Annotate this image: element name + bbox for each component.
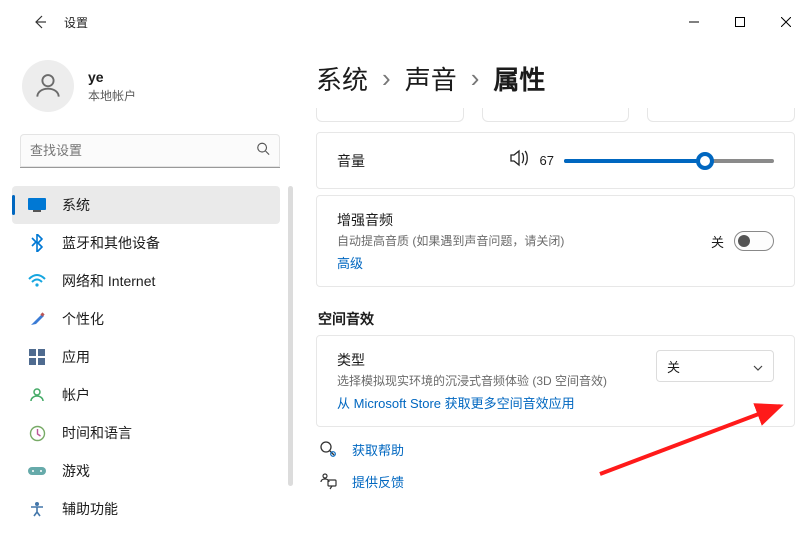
enhance-toggle-state: 关 bbox=[711, 232, 724, 251]
accounts-icon bbox=[28, 386, 46, 404]
minimize-icon bbox=[689, 17, 699, 27]
previous-cards-edge bbox=[316, 108, 795, 126]
sidebar-item-label: 游戏 bbox=[62, 461, 90, 481]
sidebar-item-label: 帐户 bbox=[62, 385, 90, 405]
get-help-link[interactable]: 获取帮助 bbox=[352, 440, 404, 459]
spatial-store-link[interactable]: 从 Microsoft Store 获取更多空间音效应用 bbox=[337, 393, 607, 412]
sidebar-item-time-language[interactable]: 时间和语言 bbox=[12, 414, 280, 452]
breadcrumb-system[interactable]: 系统 bbox=[316, 60, 368, 97]
feedback-icon bbox=[318, 471, 338, 491]
spatial-type-card: 类型 选择模拟现实环境的沉浸式音频体验 (3D 空间音效) 从 Microsof… bbox=[316, 335, 795, 427]
volume-value: 67 bbox=[540, 153, 554, 168]
maximize-icon bbox=[735, 17, 745, 27]
volume-card: 音量 67 bbox=[316, 132, 795, 189]
sidebar-item-label: 应用 bbox=[62, 347, 90, 367]
sidebar-item-personalization[interactable]: 个性化 bbox=[12, 300, 280, 338]
title-bar: 设置 bbox=[0, 0, 811, 44]
wifi-icon bbox=[28, 272, 46, 290]
sidebar-item-label: 系统 bbox=[62, 195, 90, 215]
help-icon bbox=[318, 439, 338, 459]
accessibility-icon bbox=[28, 500, 46, 518]
sidebar-item-accessibility[interactable]: 辅助功能 bbox=[12, 490, 280, 528]
paintbrush-icon bbox=[28, 310, 46, 328]
sidebar-item-label: 蓝牙和其他设备 bbox=[62, 233, 160, 253]
search-icon bbox=[256, 142, 270, 161]
spatial-section-title: 空间音效 bbox=[318, 309, 793, 329]
enhance-advanced-link[interactable]: 高级 bbox=[337, 253, 564, 272]
account-block[interactable]: ye 本地帐户 bbox=[8, 50, 292, 134]
bluetooth-icon bbox=[28, 234, 46, 252]
system-icon bbox=[28, 196, 46, 214]
close-icon bbox=[781, 17, 791, 27]
clock-globe-icon bbox=[28, 424, 46, 442]
chevron-down-icon bbox=[753, 359, 763, 374]
avatar bbox=[22, 60, 74, 112]
breadcrumb-sound[interactable]: 声音 bbox=[405, 60, 457, 97]
search-input[interactable] bbox=[20, 134, 280, 168]
search-box[interactable] bbox=[20, 134, 280, 168]
enhance-audio-card: 增强音频 自动提高音质 (如果遇到声音问题，请关闭) 高级 关 bbox=[316, 195, 795, 287]
sidebar-item-network[interactable]: 网络和 Internet bbox=[12, 262, 280, 300]
spatial-type-select[interactable]: 关 bbox=[656, 350, 774, 382]
window-minimize-button[interactable] bbox=[671, 6, 717, 38]
arrow-left-icon bbox=[32, 14, 48, 30]
enhance-toggle[interactable] bbox=[734, 231, 774, 251]
account-type: 本地帐户 bbox=[88, 87, 136, 104]
sidebar-item-label: 个性化 bbox=[62, 309, 104, 329]
main-content: 系统 › 声音 › 属性 音量 67 bbox=[300, 44, 811, 559]
chevron-right-icon: › bbox=[382, 63, 391, 94]
sidebar-item-apps[interactable]: 应用 bbox=[12, 338, 280, 376]
apps-icon bbox=[28, 348, 46, 366]
gaming-icon bbox=[28, 462, 46, 480]
feedback-link[interactable]: 提供反馈 bbox=[352, 472, 404, 491]
breadcrumb: 系统 › 声音 › 属性 bbox=[316, 52, 795, 104]
sidebar-item-label: 辅助功能 bbox=[62, 499, 118, 519]
sidebar-item-system[interactable]: 系统 bbox=[12, 186, 280, 224]
account-name: ye bbox=[88, 69, 136, 85]
chevron-right-icon: › bbox=[471, 63, 480, 94]
sidebar-item-label: 网络和 Internet bbox=[62, 271, 155, 291]
speaker-icon[interactable] bbox=[510, 149, 530, 172]
sidebar-item-gaming[interactable]: 游戏 bbox=[12, 452, 280, 490]
volume-label: 音量 bbox=[337, 151, 365, 171]
back-button[interactable] bbox=[30, 12, 50, 32]
window-close-button[interactable] bbox=[763, 6, 809, 38]
breadcrumb-properties: 属性 bbox=[493, 60, 545, 97]
sidebar-item-bluetooth[interactable]: 蓝牙和其他设备 bbox=[12, 224, 280, 262]
sidebar-scrollbar[interactable] bbox=[288, 186, 293, 486]
enhance-subtitle: 自动提高音质 (如果遇到声音问题，请关闭) bbox=[337, 232, 564, 249]
app-title: 设置 bbox=[64, 14, 88, 31]
enhance-title: 增强音频 bbox=[337, 210, 564, 230]
nav-list: 系统 蓝牙和其他设备 网络和 Internet 个性化 应用 bbox=[8, 186, 292, 528]
sidebar-item-label: 时间和语言 bbox=[62, 423, 132, 443]
spatial-type-desc: 选择模拟现实环境的沉浸式音频体验 (3D 空间音效) bbox=[337, 372, 607, 389]
sidebar-item-accounts[interactable]: 帐户 bbox=[12, 376, 280, 414]
window-maximize-button[interactable] bbox=[717, 6, 763, 38]
volume-slider[interactable] bbox=[564, 151, 774, 171]
person-icon bbox=[32, 70, 64, 102]
spatial-type-selected: 关 bbox=[667, 357, 680, 376]
spatial-type-label: 类型 bbox=[337, 350, 607, 370]
sidebar: ye 本地帐户 系统 蓝牙和其他设备 bbox=[0, 44, 300, 559]
